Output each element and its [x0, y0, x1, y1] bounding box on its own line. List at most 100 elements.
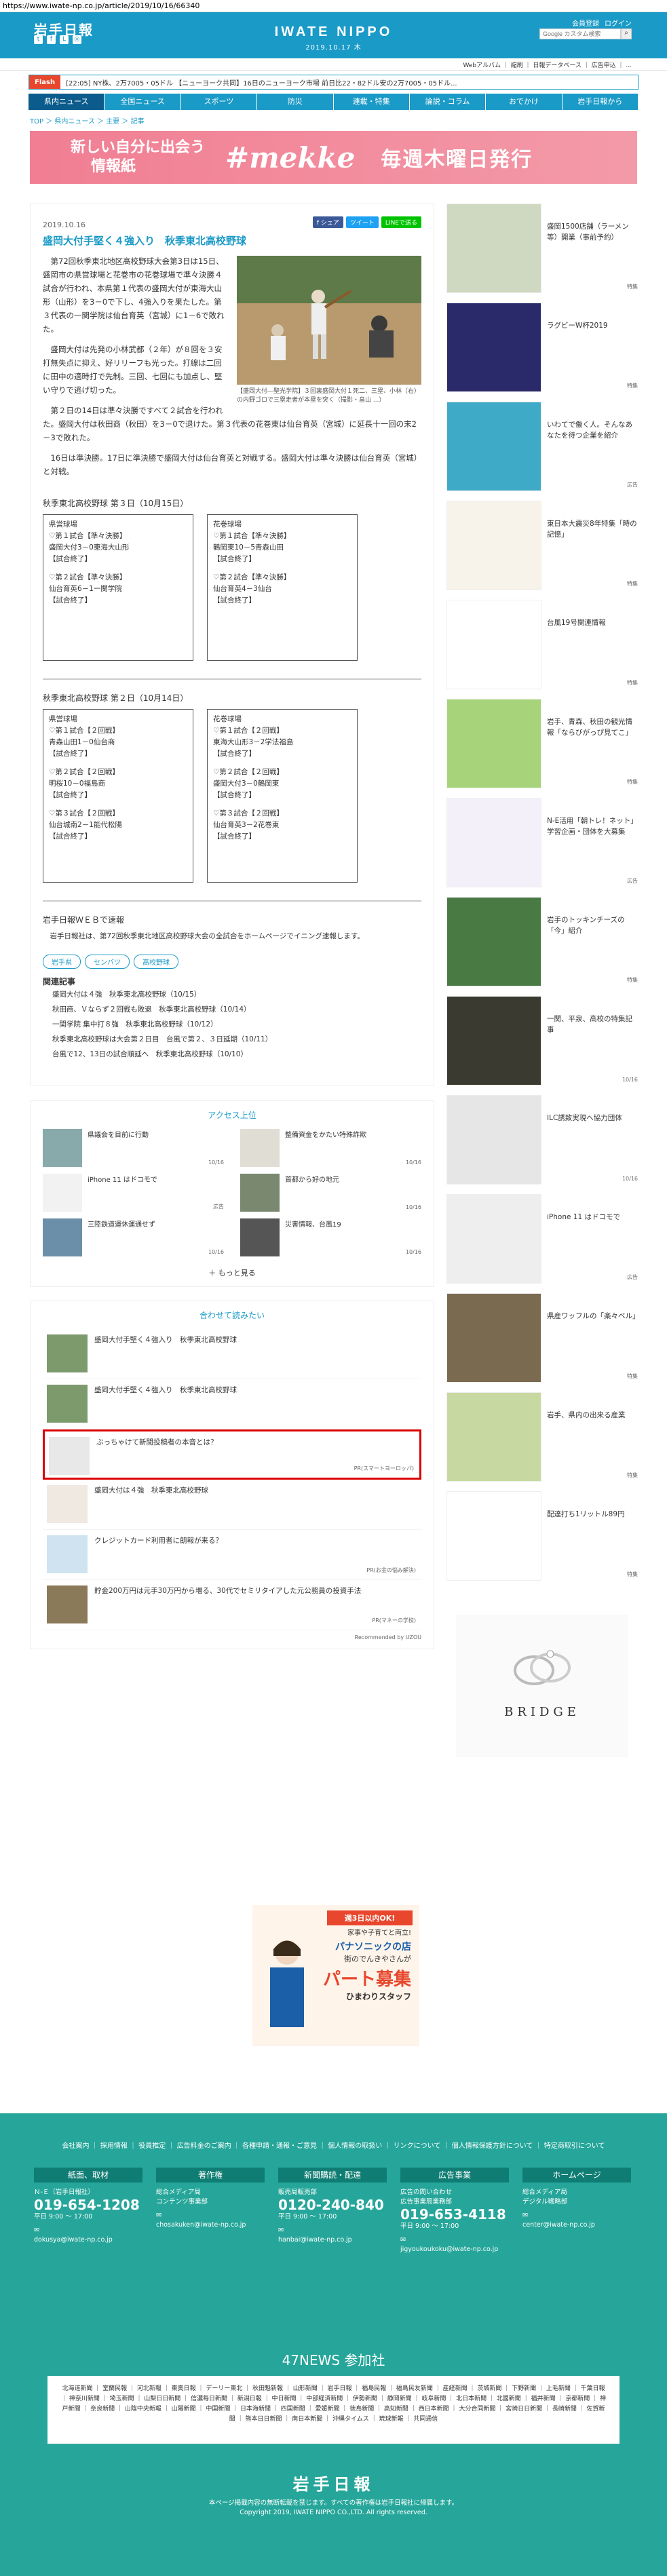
nav-item-column[interactable]: 論説・コラム: [409, 94, 487, 110]
breadcrumb[interactable]: TOP ＞ 県内ニュース ＞ 主要 ＞ 記事: [30, 115, 637, 126]
mail-icon[interactable]: ✉: [522, 2211, 631, 2221]
recommend-item-highlighted[interactable]: ぶっちゃけて新聞投稿者の本音とは？ PR(スマートヨーロッパ): [43, 1429, 421, 1480]
recommend-item[interactable]: 貯金200万円は元手30万円から増る、30代でセミリタイアした元公務員の投資手法…: [43, 1580, 421, 1630]
access-item[interactable]: 災害情報、台風19 10/16: [240, 1218, 421, 1256]
footer-links[interactable]: 会社案内 ｜ 採用情報 ｜ 役員推定 ｜ 広告料金のご案内 ｜ 各種申請・通報・…: [0, 2113, 667, 2153]
sidebar-item[interactable]: ILC誘致実現へ協力団体 10/16: [446, 1095, 638, 1185]
related-link[interactable]: 秋季東北高校野球は大会第２日目 台風で第２、３日延期（10/11）: [43, 1032, 421, 1047]
recommend-item[interactable]: 盛岡大付手堅く４強入り 秋季東北高校野球: [43, 1379, 421, 1429]
sidebar-item[interactable]: 県産ワッフルの「楽々ベル」 特集: [446, 1293, 640, 1383]
tweet-button[interactable]: ツイート: [345, 216, 379, 228]
related-link[interactable]: 秋田商、Ｖならず２回戦も敗退 秋季東北高校野球（10/14）: [43, 1002, 421, 1017]
line-icon[interactable]: L: [60, 35, 69, 44]
mail-icon[interactable]: ✉: [156, 2211, 265, 2221]
access-item[interactable]: 整備資金をかたい特殊詐欺 10/16: [240, 1129, 421, 1167]
sidebar-item[interactable]: 配達打ち1リットル89円 特集: [446, 1491, 638, 1581]
sidebar-item[interactable]: 一関、平泉、高校の特集記事 10/16: [446, 996, 638, 1085]
contact-email[interactable]: chosakuken@iwate-np.co.jp: [156, 2221, 265, 2230]
sidebar-item[interactable]: 岩手、県内の出来る産業 特集: [446, 1392, 638, 1482]
nav-item-sports[interactable]: スポーツ: [180, 94, 258, 110]
related-link[interactable]: 台風で12、13日の試合順延へ 秋季東北高校野球（10/10）: [43, 1047, 421, 1062]
register-link[interactable]: 会員登録: [572, 18, 599, 28]
related-link[interactable]: 盛岡大付は４強 秋季東北高校野球（10/15）: [43, 987, 421, 1002]
banner-line2: 情報紙: [91, 158, 136, 175]
contact-email[interactable]: jigyoukoukoku@iwate-np.co.jp: [400, 2245, 509, 2254]
mail-icon[interactable]: ✉: [278, 2226, 387, 2235]
contact-block: 広告事業 広告の問い合わせ 広告事業局業務部 019-653-4118 平日 9…: [400, 2168, 509, 2254]
tag-link[interactable]: センバツ: [85, 955, 130, 969]
mekke-banner[interactable]: 新しい自分に出会う 情報紙 #mekke 毎週木曜日発行: [30, 131, 637, 184]
sidebar-item[interactable]: 盛岡1500店舗（ラーメン等）開業（事前予約） 特集: [446, 204, 638, 293]
flash-ticker[interactable]: Flash [22:05] NY株、2万7005・05ドル 【ニューヨーク共同】…: [28, 75, 639, 90]
more-button[interactable]: ＋ もっと見る: [43, 1267, 421, 1278]
nav-item-disaster[interactable]: 防災: [257, 94, 334, 110]
phone-number[interactable]: 019-654-1208: [34, 2198, 142, 2212]
schedule-day2-title: 秋季東北高校野球 第２日（10月14日）: [43, 693, 189, 703]
access-item[interactable]: iPhone 11 はドコモで 広告: [43, 1174, 224, 1212]
access-item[interactable]: 三陸鉄道運休運通せず 10/16: [43, 1218, 224, 1256]
tag-link[interactable]: 岩手県: [43, 955, 81, 969]
facebook-icon[interactable]: f: [47, 35, 56, 44]
address-bar[interactable]: https://www.iwate-np.co.jp/article/2019/…: [0, 0, 667, 12]
schedule-day3: 県営球場 ♡第１試合【準々決勝】 盛岡大付3－0東海大山形 【試合終了】 ♡第２試合【準…: [43, 514, 421, 661]
schedule-box: 花巻球場 ♡第１試合【２回戦】 東海大山形3－2学法福島 【試合終了】 ♡第２試合【２回…: [207, 709, 358, 883]
recommend-item[interactable]: 盛岡大付手堅く４強入り 秋季東北高校野球: [43, 1329, 421, 1379]
contact-email[interactable]: center@iwate-np.co.jp: [522, 2221, 631, 2230]
sidebar-item-title: N-E活用「朝トレ！ネット」学習企画・団体を大募集: [547, 817, 638, 836]
recommend-item-pr: PR(スマートヨーロッパ): [354, 1465, 414, 1472]
nav-item-local[interactable]: 県内ニュース: [28, 94, 105, 110]
article-photo[interactable]: 【盛岡大付―聖光学院】３回裏盛岡大付１死二、三塁、小林（右）の内野ゴロで三塁走者…: [237, 256, 421, 405]
schedule-line: ♡第２試合【準々決勝】: [49, 573, 127, 581]
thumb: [47, 1585, 88, 1623]
global-nav: 県内ニュース 全国ニュース スポーツ 防災 連載・特集 論説・コラム おでかけ …: [28, 94, 639, 110]
footer-contacts: 紙面、取材 Ｎ-Ｅ（岩手日報社） 019-654-1208 平日 9:00 ～ …: [34, 2168, 633, 2254]
sidebar-item[interactable]: 岩手のトッキンチーズの「今」紹介 特集: [446, 897, 638, 986]
sidebar-item[interactable]: いわてで働く人。そんなあなたを待つ企業を紹介 広告: [446, 402, 638, 491]
mail-icon[interactable]: ✉: [34, 2226, 142, 2235]
nav-item-features[interactable]: 連載・特集: [333, 94, 410, 110]
tag-link[interactable]: 高校野球: [134, 955, 178, 969]
nav-item-national[interactable]: 全国ニュース: [104, 94, 181, 110]
contact-email[interactable]: hanbai@iwate-np.co.jp: [278, 2235, 387, 2245]
search-icon[interactable]: ⌕: [621, 28, 632, 39]
sidebar-item[interactable]: ラグビーW杯2019 特集: [446, 303, 638, 392]
news47-title: 47NEWS 参加社: [282, 2352, 385, 2368]
mail-icon[interactable]: ✉: [400, 2235, 509, 2245]
recommend-item[interactable]: 盛岡大付は４強 秋季東北高校野球: [43, 1480, 421, 1530]
sidebar-item[interactable]: 東日本大震災8年特集「時の記憶」 特集: [446, 501, 638, 590]
thumb: [446, 1491, 541, 1581]
schedule-line: 【試合終了】: [49, 832, 92, 841]
access-item[interactable]: 首都から好の地元 10/16: [240, 1174, 421, 1212]
sidebar-item[interactable]: 台風19号関連情報 特集: [446, 600, 638, 689]
phone-number[interactable]: 0120-240-840: [278, 2198, 387, 2212]
sidebar-item-meta: 特集: [627, 284, 638, 290]
brand-logo[interactable]: IWATE NIPPO 2019.10.17 木: [275, 24, 393, 52]
search-input[interactable]: [539, 28, 621, 39]
schedule-line: 東海大山形3－2学法福島: [213, 738, 294, 746]
news47-list[interactable]: 北海道新聞 ｜ 室蘭民報 ｜ 河北新報 ｜ 東奥日報 ｜ デーリー東北 ｜ 秋田…: [47, 2376, 620, 2444]
login-link[interactable]: ログイン: [605, 18, 632, 28]
uzou-credit[interactable]: Recommended by UZOU: [43, 1634, 421, 1640]
related-link[interactable]: 一関学院 集中打８強 秋季東北高校野球（10/12）: [43, 1017, 421, 1032]
facebook-share-button[interactable]: f シェア: [312, 216, 343, 228]
instagram-icon[interactable]: ◎: [73, 35, 81, 44]
sidebar-item[interactable]: 岩手、青森、秋田の観光情報「ならびがっぴ見てこ」 特集: [446, 699, 638, 788]
nav-item-from-iwate[interactable]: 岩手日報から: [562, 94, 639, 110]
line-share-button[interactable]: LINEで送る: [381, 216, 421, 228]
twitter-icon[interactable]: t: [34, 35, 43, 44]
panasonic-job-ad[interactable]: 週3日以内OK! 家事や子育てと両立! パナソニックの店 街のでんきやさんが パ…: [252, 1905, 419, 2046]
contact-email[interactable]: dokusya@iwate-np.co.jp: [34, 2235, 142, 2245]
sidebar-item[interactable]: iPhone 11 はドコモで 広告: [446, 1194, 638, 1284]
phone-number[interactable]: 019-653-4118: [400, 2208, 509, 2221]
footer-logo[interactable]: 岩手日報: [0, 2471, 667, 2495]
utility-links[interactable]: Webアルバム ｜ 縮刷 ｜ 日報データベース ｜ 広告申込 ｜ ...: [0, 58, 667, 71]
schedule-line: 仙台城南2－1能代松陽: [49, 821, 122, 829]
sidebar-item[interactable]: N-E活用「朝トレ！ネット」学習企画・団体を大募集 広告: [446, 798, 638, 887]
nav-item-outing[interactable]: おでかけ: [486, 94, 563, 110]
bridge-ad[interactable]: BRIDGE: [456, 1615, 628, 1757]
flash-text: [22:05] NY株、2万7005・05ドル 【ニューヨーク共同】16日のニュ…: [66, 79, 457, 88]
baseball-scene-illustration: [237, 256, 421, 385]
thumb: [47, 1334, 88, 1372]
access-item[interactable]: 県議会を目前に行動 10/16: [43, 1129, 224, 1167]
recommend-item[interactable]: クレジットカード利用者に朗報が来る？ PR(お金の悩み解決): [43, 1530, 421, 1580]
